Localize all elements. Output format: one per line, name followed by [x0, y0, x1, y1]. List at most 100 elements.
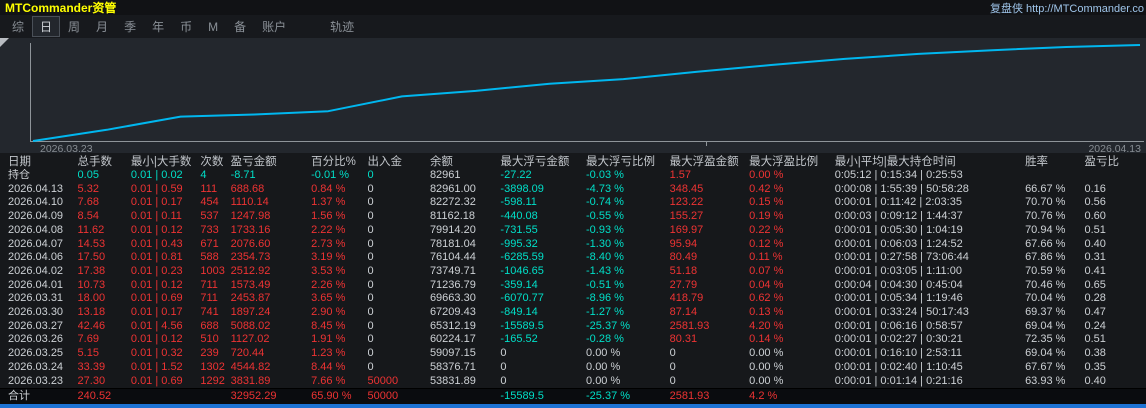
table-cell: 0:00:01 | 0:06:03 | 1:24:52: [835, 238, 1025, 252]
x-axis-label-start: 2026.03.23: [40, 143, 93, 153]
table-cell: 2076.60: [231, 238, 312, 252]
table-cell: -440.08: [500, 210, 586, 224]
menu-item-币[interactable]: 币: [172, 16, 200, 37]
column-header[interactable]: 最大浮盈比例: [749, 153, 835, 169]
column-header[interactable]: 胜率: [1025, 153, 1084, 169]
table-cell: [430, 389, 500, 404]
table-cell: 0: [368, 169, 430, 183]
table-cell: 3.19 %: [311, 251, 367, 265]
column-header[interactable]: 余额: [430, 153, 500, 169]
table-cell: 1302: [200, 361, 230, 375]
table-row[interactable]: 2026.04.107.680.01 | 0.174541110.141.37 …: [0, 196, 1146, 210]
column-header[interactable]: 最小|大手数: [131, 153, 200, 169]
table-cell: 2026.03.26: [0, 333, 78, 347]
table-row[interactable]: 2026.04.135.320.01 | 0.59111688.680.84 %…: [0, 183, 1146, 197]
stats-table: 日期总手数最小|大手数次数盈亏金额百分比%出入金余额最大浮亏金额最大浮亏比例最大…: [0, 153, 1146, 404]
table-row[interactable]: 2026.03.2327.300.01 | 0.6912923831.897.6…: [0, 375, 1146, 389]
table-row[interactable]: 2026.03.2742.460.01 | 4.566885088.028.45…: [0, 320, 1146, 334]
table-row[interactable]: 2026.03.2433.390.01 | 1.5213024544.828.4…: [0, 361, 1146, 375]
menu-item-周[interactable]: 周: [60, 16, 88, 37]
menu-item-日[interactable]: 日: [32, 16, 60, 37]
table-cell: 0.01 | 0.02: [131, 169, 200, 183]
table-cell: 688.68: [231, 183, 312, 197]
column-header[interactable]: 最大浮盈金额: [670, 153, 750, 169]
menu-item-综[interactable]: 综: [4, 16, 32, 37]
menu-item-备[interactable]: 备: [226, 16, 254, 37]
equity-chart[interactable]: 2026.03.23 2026.04.13: [0, 38, 1146, 153]
column-header[interactable]: 最大浮亏比例: [586, 153, 670, 169]
table-cell: 42.46: [78, 320, 131, 334]
total-row[interactable]: 合计240.5232952.2965.90 %50000-15589.5-25.…: [0, 389, 1146, 404]
table-cell: 0: [368, 210, 430, 224]
column-header[interactable]: 日期: [0, 153, 78, 169]
table-cell: -4.73 %: [586, 183, 670, 197]
table-row[interactable]: 2026.04.0811.620.01 | 0.127331733.162.22…: [0, 224, 1146, 238]
table-row[interactable]: 2026.04.0617.500.01 | 0.815882354.733.19…: [0, 251, 1146, 265]
table-cell: -15589.5: [500, 320, 586, 334]
table-cell: -15589.5: [500, 389, 586, 404]
x-axis-label-end: 2026.04.13: [1088, 143, 1141, 153]
table-cell: 0.56: [1084, 196, 1146, 210]
menu-bar: 综日周月季年币M备账户 轨迹: [0, 15, 1146, 38]
table-row[interactable]: 2026.03.267.690.01 | 0.125101127.021.91 …: [0, 333, 1146, 347]
table-cell: 0.07 %: [749, 265, 835, 279]
table-cell: 0.22 %: [749, 224, 835, 238]
corner-marker-icon: [0, 38, 9, 47]
table-cell: 0.84 %: [311, 183, 367, 197]
table-row[interactable]: 2026.04.0217.380.01 | 0.2310032512.923.5…: [0, 265, 1146, 279]
column-header[interactable]: 出入金: [368, 153, 430, 169]
table-cell: -25.37 %: [586, 320, 670, 334]
table-row[interactable]: 2026.03.255.150.01 | 0.32239720.441.23 %…: [0, 347, 1146, 361]
table-cell: 82272.32: [430, 196, 500, 210]
app-title: MTCommander资管: [5, 0, 116, 16]
menu-item-账户[interactable]: 账户: [254, 16, 294, 37]
table-cell: -1.43 %: [586, 265, 670, 279]
column-header[interactable]: 次数: [200, 153, 230, 169]
table-cell: 4.20 %: [749, 320, 835, 334]
table-cell: 2581.93: [670, 389, 750, 404]
table-cell: 0.01 | 0.17: [131, 196, 200, 210]
table-row[interactable]: 2026.04.098.540.01 | 0.115371247.981.56 …: [0, 210, 1146, 224]
menu-item-M[interactable]: M: [200, 18, 226, 36]
table-cell: 7.68: [78, 196, 131, 210]
column-header[interactable]: 最小|平均|最大持仓时间: [835, 153, 1025, 169]
table-cell: 3.53 %: [311, 265, 367, 279]
menu-item-轨迹[interactable]: 轨迹: [322, 16, 362, 37]
table-cell: 0.01 | 4.56: [131, 320, 200, 334]
table-cell: 67.86 %: [1025, 251, 1084, 265]
column-header[interactable]: 最大浮亏金额: [500, 153, 586, 169]
table-cell: 418.79: [670, 292, 750, 306]
position-row[interactable]: 持仓0.050.01 | 0.024-8.71-0.01 %082961-27.…: [0, 169, 1146, 183]
table-cell: -0.55 %: [586, 210, 670, 224]
column-header[interactable]: 百分比%: [311, 153, 367, 169]
table-cell: [131, 389, 200, 404]
table-row[interactable]: 2026.03.3013.180.01 | 0.177411897.242.90…: [0, 306, 1146, 320]
table-cell: -0.28 %: [586, 333, 670, 347]
table-cell: 0.00 %: [749, 375, 835, 389]
table-cell: 7.69: [78, 333, 131, 347]
column-header[interactable]: 盈亏金额: [231, 153, 312, 169]
menu-item-年[interactable]: 年: [144, 16, 172, 37]
table-cell: 0.01 | 0.69: [131, 375, 200, 389]
menu-item-月[interactable]: 月: [88, 16, 116, 37]
table-cell: 0.01 | 0.59: [131, 183, 200, 197]
table-cell: 1897.24: [231, 306, 312, 320]
table-cell: 2.73 %: [311, 238, 367, 252]
table-cell: -598.11: [500, 196, 586, 210]
menu-item-季[interactable]: 季: [116, 16, 144, 37]
column-header[interactable]: 总手数: [78, 153, 131, 169]
column-header[interactable]: 盈亏比: [1084, 153, 1146, 169]
table-row[interactable]: 2026.04.0110.730.01 | 0.127111573.492.26…: [0, 279, 1146, 293]
table-cell: 0.04 %: [749, 279, 835, 293]
table-row[interactable]: 2026.04.0714.530.01 | 0.436712076.602.73…: [0, 238, 1146, 252]
table-row[interactable]: 2026.03.3118.000.01 | 0.697112453.873.65…: [0, 292, 1146, 306]
table-cell: 0: [368, 238, 430, 252]
table-cell: 13.18: [78, 306, 131, 320]
table-cell: 80.31: [670, 333, 750, 347]
table-cell: 76104.44: [430, 251, 500, 265]
table-cell: -8.40 %: [586, 251, 670, 265]
table-cell: 0: [670, 347, 750, 361]
table-cell: 0: [368, 224, 430, 238]
table-cell: 2.90 %: [311, 306, 367, 320]
table-cell: 70.46 %: [1025, 279, 1084, 293]
